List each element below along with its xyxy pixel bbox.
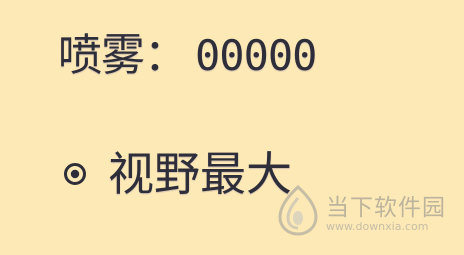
watermark-title: 当下软件园	[326, 195, 446, 221]
max-view-option[interactable]: 视野最大	[62, 146, 292, 202]
game-settings-panel: 喷雾： 00000 视野最大 当下软件园 www.downxia.com	[0, 0, 464, 255]
spray-value: 00000	[195, 31, 317, 80]
max-view-label: 视野最大	[108, 147, 292, 201]
spray-counter: 喷雾： 00000	[58, 28, 317, 84]
logo-icon	[274, 184, 322, 236]
watermark: 当下软件园 www.downxia.com	[268, 180, 464, 252]
watermark-url: www.downxia.com	[326, 220, 429, 233]
radio-selected-icon[interactable]	[62, 161, 88, 187]
spray-label: 喷雾：	[58, 30, 188, 81]
